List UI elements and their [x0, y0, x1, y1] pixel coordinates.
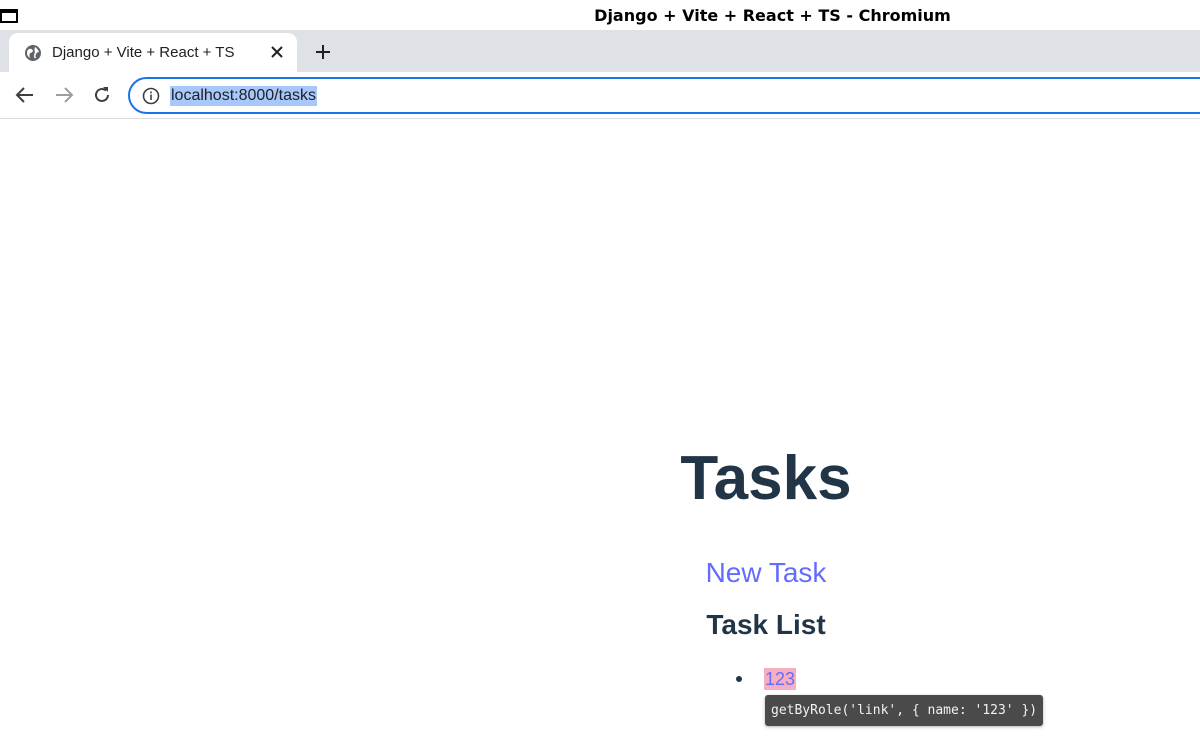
- close-icon: [271, 46, 283, 58]
- new-tab-button[interactable]: [311, 40, 335, 64]
- forward-button[interactable]: [51, 82, 77, 108]
- info-icon[interactable]: [142, 87, 160, 105]
- globe-icon: [25, 45, 41, 61]
- window-title: Django + Vite + React + TS - Chromium: [594, 6, 951, 25]
- page-content: Tasks New Task Task List 123 getByRole('…: [0, 120, 1200, 751]
- tab-close-button[interactable]: [266, 41, 288, 63]
- back-button[interactable]: [12, 82, 38, 108]
- window-icon: [0, 9, 18, 23]
- tab-title: Django + Vite + React + TS: [52, 44, 235, 61]
- new-task-link[interactable]: New Task: [666, 557, 866, 589]
- task-list-heading: Task List: [706, 609, 826, 640]
- plus-icon: [316, 45, 330, 59]
- task-link[interactable]: 123: [764, 668, 797, 690]
- tab-strip: Django + Vite + React + TS: [0, 30, 1200, 72]
- reload-icon: [95, 87, 109, 102]
- arrow-right-icon: [56, 87, 74, 103]
- tab-active[interactable]: Django + Vite + React + TS: [9, 33, 297, 72]
- locator-tooltip: getByRole('link', { name: '123' }): [765, 695, 1044, 726]
- reload-button[interactable]: [89, 82, 115, 108]
- address-bar[interactable]: localhost:8000/tasks: [128, 77, 1200, 114]
- arrow-left-icon: [15, 87, 33, 103]
- page-title: Tasks: [680, 444, 852, 513]
- list-bullet: [736, 676, 742, 682]
- window-title-bar: Django + Vite + React + TS - Chromium: [0, 0, 1200, 30]
- browser-toolbar: localhost:8000/tasks: [0, 72, 1200, 119]
- url-text[interactable]: localhost:8000/tasks: [170, 86, 317, 106]
